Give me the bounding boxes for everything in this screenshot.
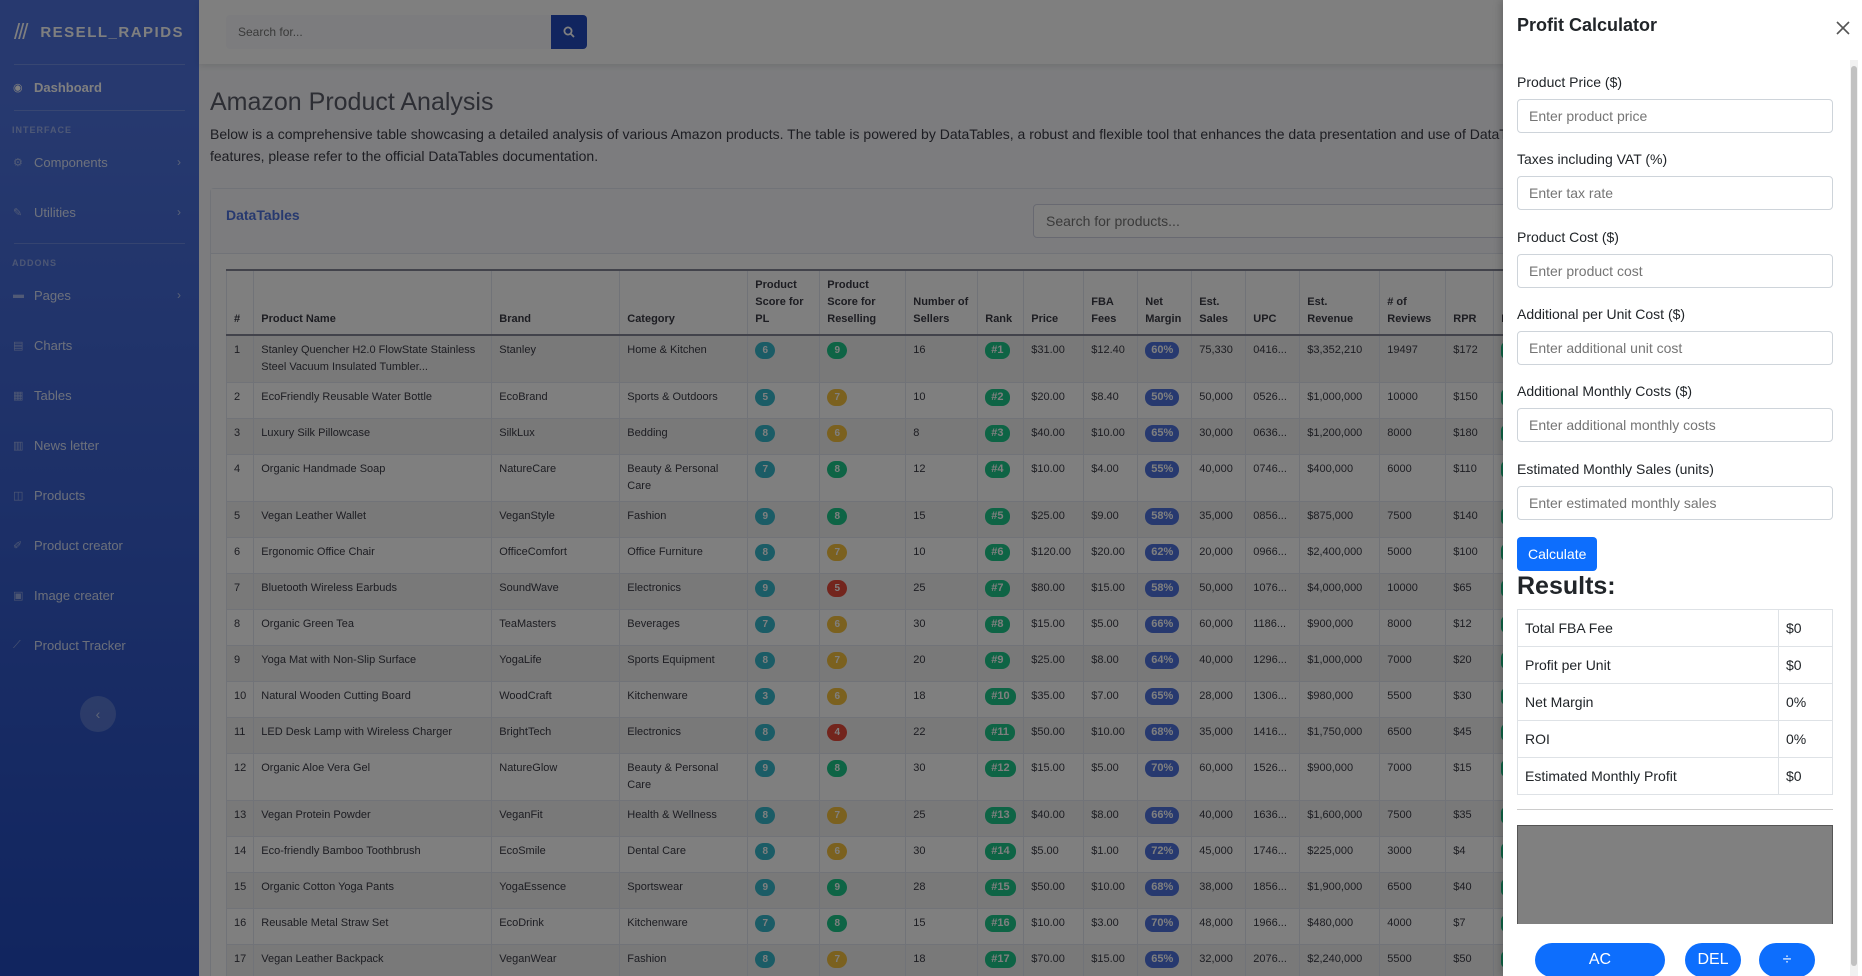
app-root: /// RESELL_RAPIDS ◉ Dashboard INTERFACE … [0,0,1862,976]
result-value: 0% [1778,683,1833,721]
field-label: Additional per Unit Cost ($) [1517,306,1686,322]
key-del-button[interactable]: DEL [1685,943,1741,976]
key-divide-button[interactable]: ÷ [1759,943,1815,976]
calculator-display [1517,825,1833,925]
additional-unit-cost-field: Additional per Unit Cost ($) [1517,306,1833,365]
profit-calculator-panel: Profit Calculator Product Price ($) Taxe… [1503,0,1862,976]
tax-rate-input[interactable] [1517,176,1833,210]
result-value: 0% [1778,720,1833,758]
result-label: Estimated Monthly Profit [1517,757,1779,795]
product-price-field: Product Price ($) [1517,74,1833,133]
tax-rate-field: Taxes including VAT (%) [1517,151,1833,210]
additional-unit-cost-input[interactable] [1517,331,1833,365]
estimated-monthly-sales-field: Estimated Monthly Sales (units) [1517,461,1833,520]
product-price-input[interactable] [1517,99,1833,133]
close-icon [1836,21,1850,35]
result-row: Net Margin 0% [1517,683,1833,721]
field-label: Additional Monthly Costs ($) [1517,383,1693,399]
result-value: $0 [1778,609,1833,647]
result-value: $0 [1778,757,1833,795]
key-ac-button[interactable]: AC [1535,943,1665,976]
calculator-keypad: AC DEL ÷ [1517,924,1833,976]
additional-monthly-costs-input[interactable] [1517,408,1833,442]
estimated-monthly-sales-input[interactable] [1517,486,1833,520]
field-label: Product Price ($) [1517,74,1623,90]
calculate-button[interactable]: Calculate [1517,537,1598,571]
result-row: Estimated Monthly Profit $0 [1517,757,1833,795]
results-title: Results: [1517,572,1616,600]
panel-title: Profit Calculator [1517,15,1658,35]
result-value: $0 [1778,646,1833,684]
results-table: Total FBA Fee $0 Profit per Unit $0 Net Ma… [1517,609,1833,795]
result-label: ROI [1517,720,1779,758]
product-cost-field: Product Cost ($) [1517,229,1833,288]
field-label: Product Cost ($) [1517,229,1619,245]
result-label: Net Margin [1517,683,1779,721]
result-row: Total FBA Fee $0 [1517,609,1833,647]
result-row: ROI 0% [1517,720,1833,758]
result-row: Profit per Unit $0 [1517,646,1833,684]
result-label: Total FBA Fee [1517,609,1779,647]
divider [1517,809,1833,810]
result-label: Profit per Unit [1517,646,1779,684]
field-label: Taxes including VAT (%) [1517,151,1668,167]
close-button[interactable] [1833,18,1853,38]
scrollbar-thumb[interactable] [1851,66,1857,966]
product-cost-input[interactable] [1517,254,1833,288]
panel-scrollbar[interactable] [1850,60,1858,976]
additional-monthly-costs-field: Additional Monthly Costs ($) [1517,383,1833,442]
field-label: Estimated Monthly Sales (units) [1517,461,1714,477]
